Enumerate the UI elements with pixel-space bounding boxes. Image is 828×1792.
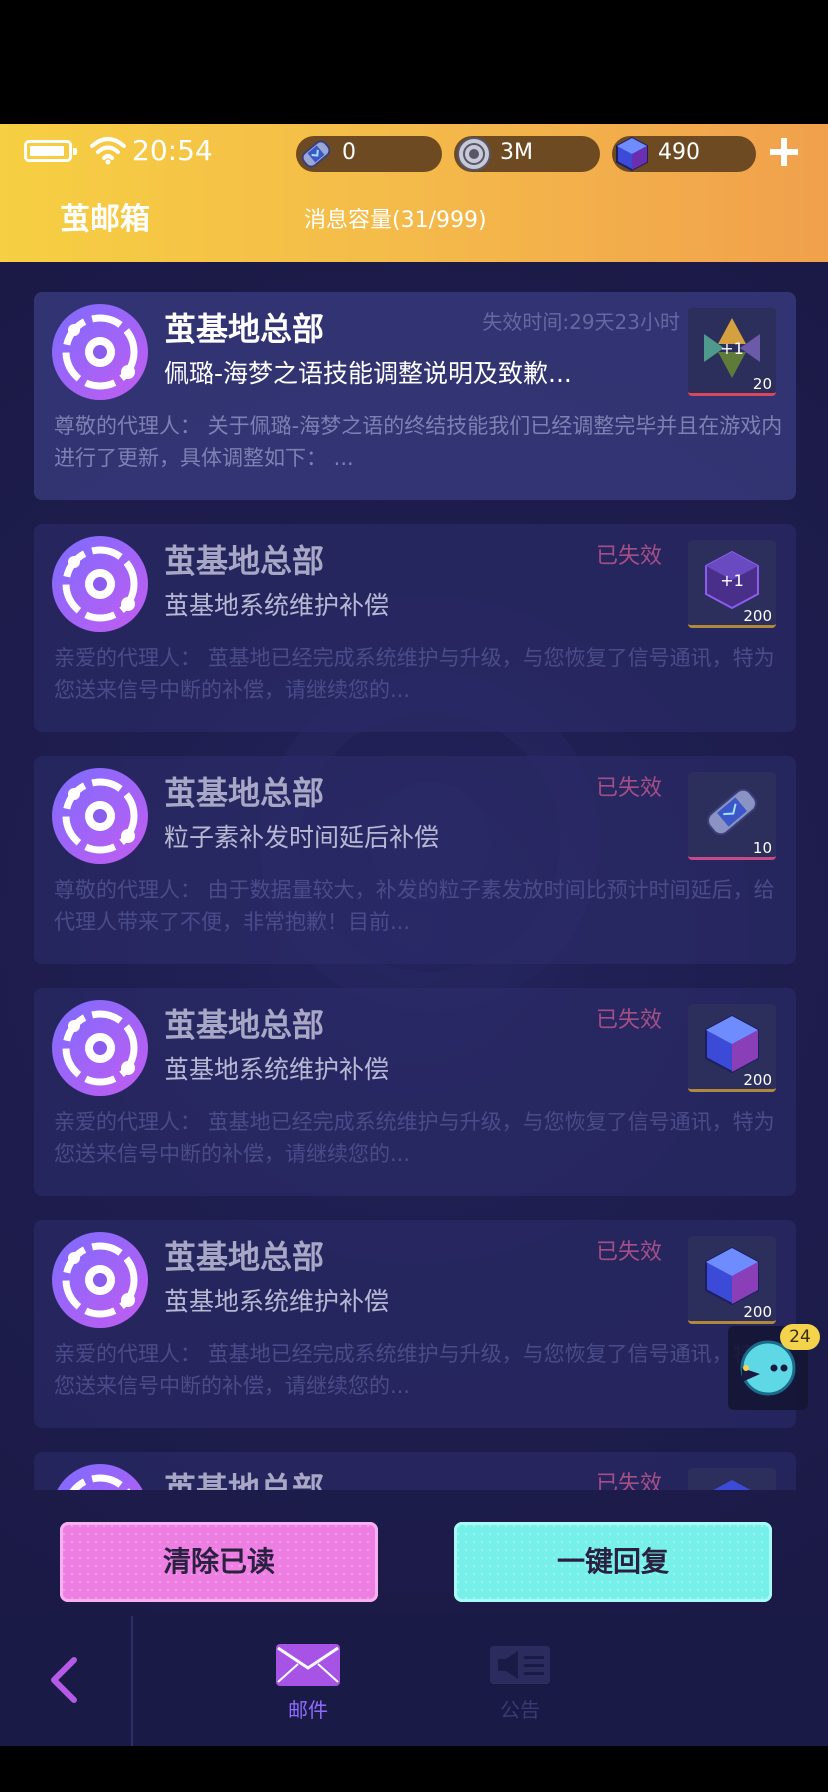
page-title: 茧邮箱 [60, 202, 150, 237]
blue-cube-icon [705, 1246, 759, 1306]
sender-avatar-icon [52, 1232, 148, 1328]
megaphone-icon [490, 1646, 550, 1684]
attachment-quantity: 200 [743, 1303, 772, 1321]
sender-avatar-icon [52, 768, 148, 864]
mail-preview: 尊敬的代理人： 由于数据量较大，补发的粒子素发放时间比预计时间延后，给代理人带来… [54, 878, 775, 934]
attachment-quantity: 20 [752, 375, 772, 393]
top-letterbox [0, 0, 828, 124]
notification-count-badge: 24 [780, 1324, 820, 1350]
mail-item[interactable]: 茧基地总部 粒子素补发时间延后补偿 已失效 尊敬的代理人： 由于数据量较大，补发… [34, 756, 796, 964]
svg-text:+1: +1 [720, 571, 744, 590]
upgrade-crystal-icon: +1 [704, 318, 760, 378]
battery-icon [24, 140, 77, 162]
mail-sender: 茧基地总部 [164, 542, 325, 580]
currency-particle-value: 0 [342, 140, 356, 165]
mail-attachment[interactable]: 200 [688, 1004, 776, 1092]
mail-attachment[interactable] [688, 1468, 776, 1490]
mail-subject: 茧基地系统维护补偿 [164, 591, 390, 620]
blue-cube-icon [705, 1014, 759, 1074]
attachment-quantity: 200 [743, 607, 772, 625]
envelope-icon [276, 1644, 340, 1686]
mail-status-badge: 已失效 [596, 776, 663, 801]
mail-preview: 亲爱的代理人： 茧基地已经完成系统维护与升级，与您恢复了信号通讯，特为您送来信号… [54, 646, 775, 702]
mail-subject: 佩璐-海梦之语技能调整说明及致歉... [164, 359, 572, 388]
cube-plus-icon: +1 [705, 550, 759, 610]
currency-coin[interactable]: 3M [454, 136, 600, 172]
mail-attachment[interactable]: 200 [688, 1236, 776, 1324]
tab-mail[interactable]: 邮件 [258, 1642, 358, 1732]
mail-sender: 茧基地总部 [164, 310, 325, 348]
mail-status-badge: 已失效 [596, 1472, 663, 1490]
mail-status-badge: 已失效 [596, 544, 663, 569]
mail-item[interactable]: 茧基地总部 佩璐-海梦之语技能调整说明及致歉... 失效时间:29天23小时 尊… [34, 292, 796, 500]
mail-subject: 粒子素补发时间延后补偿 [164, 823, 440, 852]
mail-sender: 茧基地总部 [164, 1006, 325, 1044]
mail-expiry: 失效时间:29天23小时 [482, 310, 680, 334]
wifi-icon [90, 137, 126, 165]
status-time: 20:54 [132, 134, 213, 167]
mail-status-badge: 已失效 [596, 1008, 663, 1033]
mail-list[interactable]: 茧基地总部 佩璐-海梦之语技能调整说明及致歉... 失效时间:29天23小时 尊… [34, 292, 796, 1490]
blue-cube-icon [713, 1480, 751, 1490]
tab-notice[interactable]: 公告 [470, 1642, 570, 1732]
mail-preview: 亲爱的代理人： 茧基地已经完成系统维护与升级，与您恢复了信号通讯，特为您送来信号… [54, 1342, 775, 1398]
currency-cube[interactable]: 490 [612, 136, 756, 172]
clear-read-button[interactable]: 清除已读 [60, 1522, 378, 1602]
back-arrow-icon[interactable] [40, 1652, 90, 1708]
sender-avatar-icon [57, 1464, 143, 1490]
mail-attachment[interactable]: +1 200 [688, 540, 776, 628]
tab-mail-label: 邮件 [288, 1698, 328, 1722]
attachment-quantity: 10 [752, 839, 772, 857]
mail-sender: 茧基地总部 [164, 1470, 325, 1490]
coin-disc-icon [457, 137, 491, 171]
message-capacity: 消息容量(31/999) [304, 208, 487, 233]
mail-subject: 茧基地系统维护补偿 [164, 1287, 390, 1316]
mail-sender: 茧基地总部 [164, 774, 325, 812]
particle-capsule-icon [301, 140, 331, 168]
mail-attachment[interactable]: 10 [688, 772, 776, 860]
attachment-quantity: 200 [743, 1071, 772, 1089]
svg-text:+1: +1 [720, 339, 744, 358]
bottom-letterbox [0, 1746, 828, 1792]
add-currency-button[interactable] [766, 134, 802, 170]
sender-avatar-icon [52, 536, 148, 632]
sender-avatar-icon [52, 304, 148, 400]
currency-coin-value: 3M [500, 140, 533, 165]
mail-attachment[interactable]: +1 20 [688, 308, 776, 396]
mail-preview: 尊敬的代理人： 关于佩璐-海梦之语的终结技能我们已经调整完毕并且在游戏内进行了更… [54, 414, 783, 470]
blue-cube-icon [616, 136, 648, 172]
currency-cube-value: 490 [658, 140, 700, 165]
particle-capsule-icon [707, 788, 757, 836]
mail-sender: 茧基地总部 [164, 1238, 325, 1276]
mail-item[interactable]: 茧基地总部 茧基地系统维护补偿 已失效 亲爱的代理人： 茧基地已经完成系统维护与… [34, 988, 796, 1196]
one-click-reply-button[interactable]: 一键回复 [454, 1522, 772, 1602]
mail-preview: 亲爱的代理人： 茧基地已经完成系统维护与升级，与您恢复了信号通讯，特为您送来信号… [54, 1110, 775, 1166]
currency-particle[interactable]: 0 [296, 136, 442, 172]
mail-item[interactable]: 茧基地总部 已失效 [34, 1452, 796, 1490]
mail-status-badge: 已失效 [596, 1240, 663, 1265]
mail-item[interactable]: 茧基地总部 茧基地系统维护补偿 已失效 亲爱的代理人： 茧基地已经完成系统维护与… [34, 1220, 796, 1428]
bottom-nav: 邮件 公告 [0, 1612, 828, 1746]
sender-avatar-icon [52, 1000, 148, 1096]
status-bar: 20:54 0 3M 490 [0, 124, 828, 180]
mail-item[interactable]: 茧基地总部 茧基地系统维护补偿 已失效 亲爱的代理人： 茧基地已经完成系统维护与… [34, 524, 796, 732]
nav-divider [131, 1616, 133, 1746]
mail-subject: 茧基地系统维护补偿 [164, 1055, 390, 1084]
tab-notice-label: 公告 [500, 1698, 540, 1722]
header: 20:54 0 3M 490 茧邮箱 消息容量(31/999) [0, 124, 828, 262]
